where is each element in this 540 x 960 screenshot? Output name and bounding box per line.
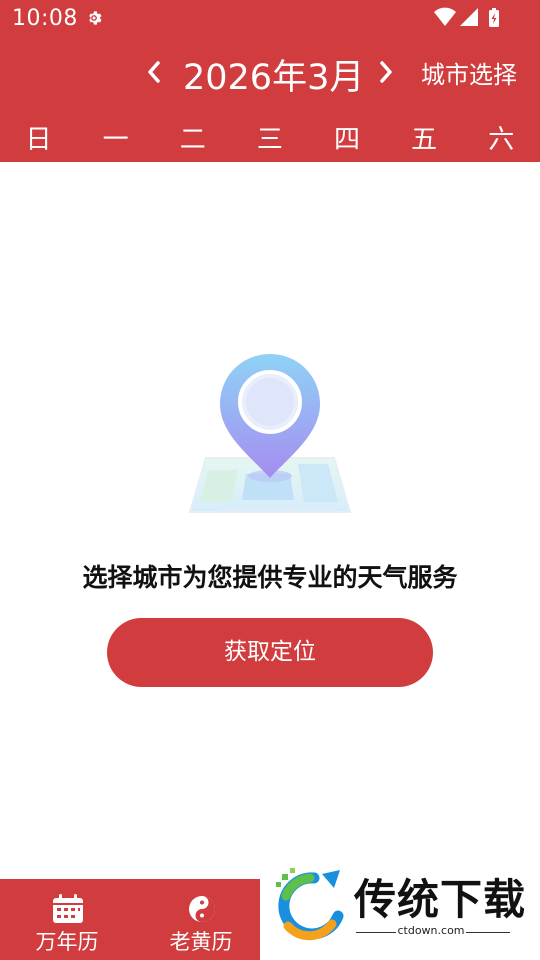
watermark: 传统下载 ctdown.com (262, 862, 540, 960)
weekday-label: 六 (488, 125, 515, 155)
month-nav: 2026年3月 城市选择 (0, 44, 540, 100)
weekday-label: 五 (411, 125, 438, 155)
yin-yang-icon (189, 896, 215, 922)
weekday-label: 三 (256, 125, 283, 155)
tab-almanac[interactable]: 老黄历 (136, 879, 266, 960)
status-icons (434, 7, 499, 27)
chevron-right-icon[interactable] (372, 56, 400, 88)
bottom-nav: 万年历 老黄历 (0, 879, 260, 960)
tab-label: 万年历 (35, 930, 99, 954)
status-bar: 10:08 (0, 0, 540, 38)
month-title[interactable]: 2026年3月 (183, 49, 364, 100)
weekday-row: 日 一 二 三 四 五 六 (0, 120, 540, 160)
watermark-domain: ctdown.com (397, 924, 465, 937)
tab-calendar[interactable]: 万年历 (2, 879, 132, 960)
divider (356, 932, 396, 933)
wifi-icon (434, 7, 456, 26)
watermark-brand: 传统下载 (354, 875, 527, 924)
brand-logo-icon (276, 868, 344, 941)
weekday-label: 二 (179, 125, 206, 155)
get-location-button[interactable]: 获取定位 (107, 618, 433, 687)
location-pin-map-icon (188, 354, 352, 513)
weekday-label: 日 (25, 125, 52, 155)
calendar-icon (53, 894, 83, 923)
city-select-button[interactable]: 城市选择 (421, 55, 517, 90)
gear-icon (89, 11, 102, 25)
cell-signal-icon (460, 8, 478, 26)
empty-state-message: 选择城市为您提供专业的天气服务 (82, 563, 458, 592)
status-time: 10:08 (12, 6, 78, 31)
divider (466, 932, 510, 933)
weekday-label: 一 (102, 125, 129, 155)
tab-label: 老黄历 (169, 930, 233, 954)
header: 10:08 2026年3月 城市选择 日 一 二 三 四 五 六 (0, 0, 540, 162)
battery-icon (489, 8, 499, 27)
weekday-label: 四 (334, 125, 361, 155)
chevron-left-icon[interactable] (140, 56, 168, 88)
